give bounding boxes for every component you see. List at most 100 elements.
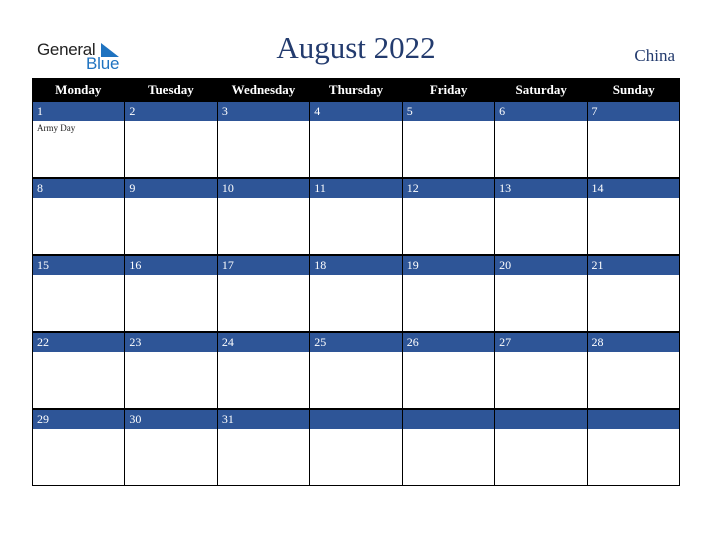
holiday-label	[218, 429, 309, 431]
day-cell[interactable]: 17	[217, 255, 311, 331]
day-cell[interactable]: 20	[495, 255, 588, 331]
day-number: 31	[217, 409, 310, 429]
day-cell[interactable]: 8	[33, 178, 126, 254]
day-cell[interactable]: 13	[495, 178, 588, 254]
holiday-label	[588, 352, 679, 354]
day-number: 22	[33, 332, 125, 352]
day-cell[interactable]	[402, 409, 496, 485]
holiday-label	[403, 429, 494, 431]
day-cell[interactable]	[495, 409, 588, 485]
day-number: 9	[125, 178, 217, 198]
week-row: 8 9 10 11 12 13 14	[32, 178, 680, 255]
day-cell[interactable]: 4	[310, 101, 403, 177]
day-cell[interactable]: 10	[217, 178, 311, 254]
day-number: 25	[310, 332, 402, 352]
day-cell[interactable]: 25	[310, 332, 403, 408]
day-cell[interactable]: 5	[402, 101, 496, 177]
holiday-label	[310, 352, 401, 354]
day-number: 3	[217, 101, 310, 121]
day-cell[interactable]: 26	[402, 332, 496, 408]
day-number: 12	[402, 178, 495, 198]
holiday-label	[310, 429, 401, 431]
day-cell[interactable]	[587, 409, 680, 485]
holiday-label	[310, 275, 401, 277]
day-cell[interactable]: 3	[217, 101, 311, 177]
holiday-label	[33, 198, 124, 200]
day-cell[interactable]: 1 Army Day	[33, 101, 126, 177]
day-cell[interactable]: 22	[33, 332, 126, 408]
holiday-label	[218, 352, 309, 354]
holiday-label	[125, 198, 216, 200]
holiday-label	[495, 121, 586, 123]
holiday-label	[403, 352, 494, 354]
holiday-label	[310, 198, 401, 200]
holiday-label	[403, 275, 494, 277]
day-number	[495, 409, 587, 429]
holiday-label	[218, 198, 309, 200]
day-cell[interactable]: 15	[33, 255, 126, 331]
day-cell[interactable]: 12	[402, 178, 496, 254]
holiday-label	[125, 121, 216, 123]
day-number: 10	[217, 178, 310, 198]
day-number	[402, 409, 495, 429]
day-number: 28	[587, 332, 679, 352]
day-number: 26	[402, 332, 495, 352]
day-number: 15	[33, 255, 125, 275]
holiday-label	[33, 429, 124, 431]
day-cell[interactable]: 23	[125, 332, 218, 408]
weekday-label: Friday	[429, 82, 468, 97]
day-cell[interactable]: 7	[587, 101, 680, 177]
calendar-title: August 2022	[276, 30, 436, 65]
day-cell[interactable]: 16	[125, 255, 218, 331]
day-cell[interactable]: 9	[125, 178, 218, 254]
day-number: 1	[33, 101, 125, 121]
day-cell[interactable]: 2	[125, 101, 218, 177]
day-number: 18	[310, 255, 402, 275]
day-cell[interactable]: 28	[587, 332, 680, 408]
holiday-label	[588, 429, 679, 431]
day-cell[interactable]: 18	[310, 255, 403, 331]
day-cell[interactable]: 21	[587, 255, 680, 331]
day-cell[interactable]: 31	[217, 409, 311, 485]
day-cell[interactable]: 11	[310, 178, 403, 254]
country-label: China	[634, 46, 675, 65]
day-number: 19	[402, 255, 495, 275]
day-number: 30	[125, 409, 217, 429]
holiday-label	[588, 198, 679, 200]
weekday-label: Tuesday	[147, 82, 194, 97]
day-cell[interactable]: 29	[33, 409, 126, 485]
day-cell[interactable]: 6	[495, 101, 588, 177]
holiday-label	[495, 198, 586, 200]
day-cell[interactable]: 14	[587, 178, 680, 254]
day-number: 27	[495, 332, 587, 352]
weekday-header: Monday Tuesday Wednesday Thursday Friday…	[32, 78, 680, 101]
day-number: 20	[495, 255, 587, 275]
holiday-label	[403, 121, 494, 123]
holiday-label	[218, 275, 309, 277]
day-cell[interactable]: 19	[402, 255, 496, 331]
weekday-label: Wednesday	[231, 82, 296, 97]
day-number: 4	[310, 101, 402, 121]
day-number: 23	[125, 332, 217, 352]
day-cell[interactable]: 27	[495, 332, 588, 408]
holiday-label	[125, 429, 216, 431]
holiday-label	[33, 352, 124, 354]
day-number: 6	[495, 101, 587, 121]
day-number: 11	[310, 178, 402, 198]
holiday-label	[33, 275, 124, 277]
holiday-label	[495, 429, 586, 431]
day-number: 24	[217, 332, 310, 352]
day-number	[310, 409, 402, 429]
day-number: 7	[587, 101, 679, 121]
day-cell[interactable]	[310, 409, 403, 485]
week-row: 29 30 31	[32, 409, 680, 486]
day-cell[interactable]: 30	[125, 409, 218, 485]
holiday-label	[403, 198, 494, 200]
weekday-label: Sunday	[612, 82, 655, 97]
day-number	[587, 409, 679, 429]
week-row: 22 23 24 25 26 27 28	[32, 332, 680, 409]
day-number: 21	[587, 255, 679, 275]
day-cell[interactable]: 24	[217, 332, 311, 408]
holiday-label	[310, 121, 401, 123]
holiday-label	[495, 352, 586, 354]
